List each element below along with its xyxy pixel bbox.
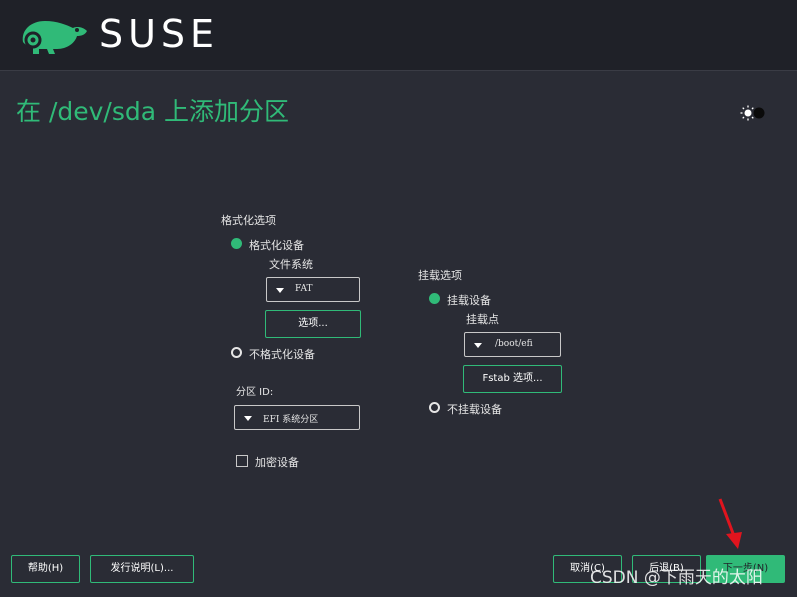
no-format-radio[interactable]: [231, 347, 242, 358]
brand-name: SUSE: [99, 12, 220, 56]
theme-toggle-icon[interactable]: [739, 104, 767, 122]
chevron-down-icon: [474, 343, 482, 348]
filesystem-value: FAT: [295, 284, 313, 294]
mount-options-heading: 挂载选项: [418, 269, 462, 282]
fstab-options-button[interactable]: Fstab 选项...: [463, 365, 562, 393]
partition-id-select[interactable]: EFI 系统分区: [234, 405, 360, 430]
format-options-button[interactable]: 选项...: [265, 310, 361, 338]
no-format-label[interactable]: 不格式化设备: [249, 346, 315, 362]
no-mount-radio[interactable]: [429, 402, 440, 413]
release-notes-button[interactable]: 发行说明(L)...: [90, 555, 194, 583]
red-arrow-annotation-icon: [718, 498, 742, 549]
page-title: 在 /dev/sda 上添加分区: [16, 97, 289, 126]
watermark: CSDN @下雨天的太阳: [590, 568, 763, 588]
format-options-heading: 格式化选项: [221, 214, 276, 227]
format-device-label[interactable]: 格式化设备: [249, 237, 304, 253]
mount-point-select[interactable]: /boot/efi: [464, 332, 561, 357]
chevron-down-icon: [244, 416, 252, 421]
chameleon-logo-icon: [22, 21, 88, 54]
mount-device-label[interactable]: 挂载设备: [447, 292, 491, 308]
format-device-radio[interactable]: [231, 238, 242, 249]
partition-id-value: EFI 系统分区: [263, 415, 319, 425]
filesystem-select[interactable]: FAT: [266, 277, 360, 302]
mount-device-radio[interactable]: [429, 293, 440, 304]
chevron-down-icon: [276, 288, 284, 293]
help-button[interactable]: 帮助(H): [11, 555, 80, 583]
no-mount-label[interactable]: 不挂载设备: [447, 401, 502, 417]
filesystem-label: 文件系统: [269, 258, 313, 271]
mount-point-value: /boot/efi: [495, 339, 533, 349]
mount-point-label: 挂载点: [466, 313, 499, 326]
encrypt-device-checkbox[interactable]: [236, 455, 248, 467]
encrypt-device-label[interactable]: 加密设备: [255, 454, 299, 470]
partition-id-label: 分区 ID:: [236, 387, 274, 398]
top-header: SUSE: [0, 0, 797, 71]
